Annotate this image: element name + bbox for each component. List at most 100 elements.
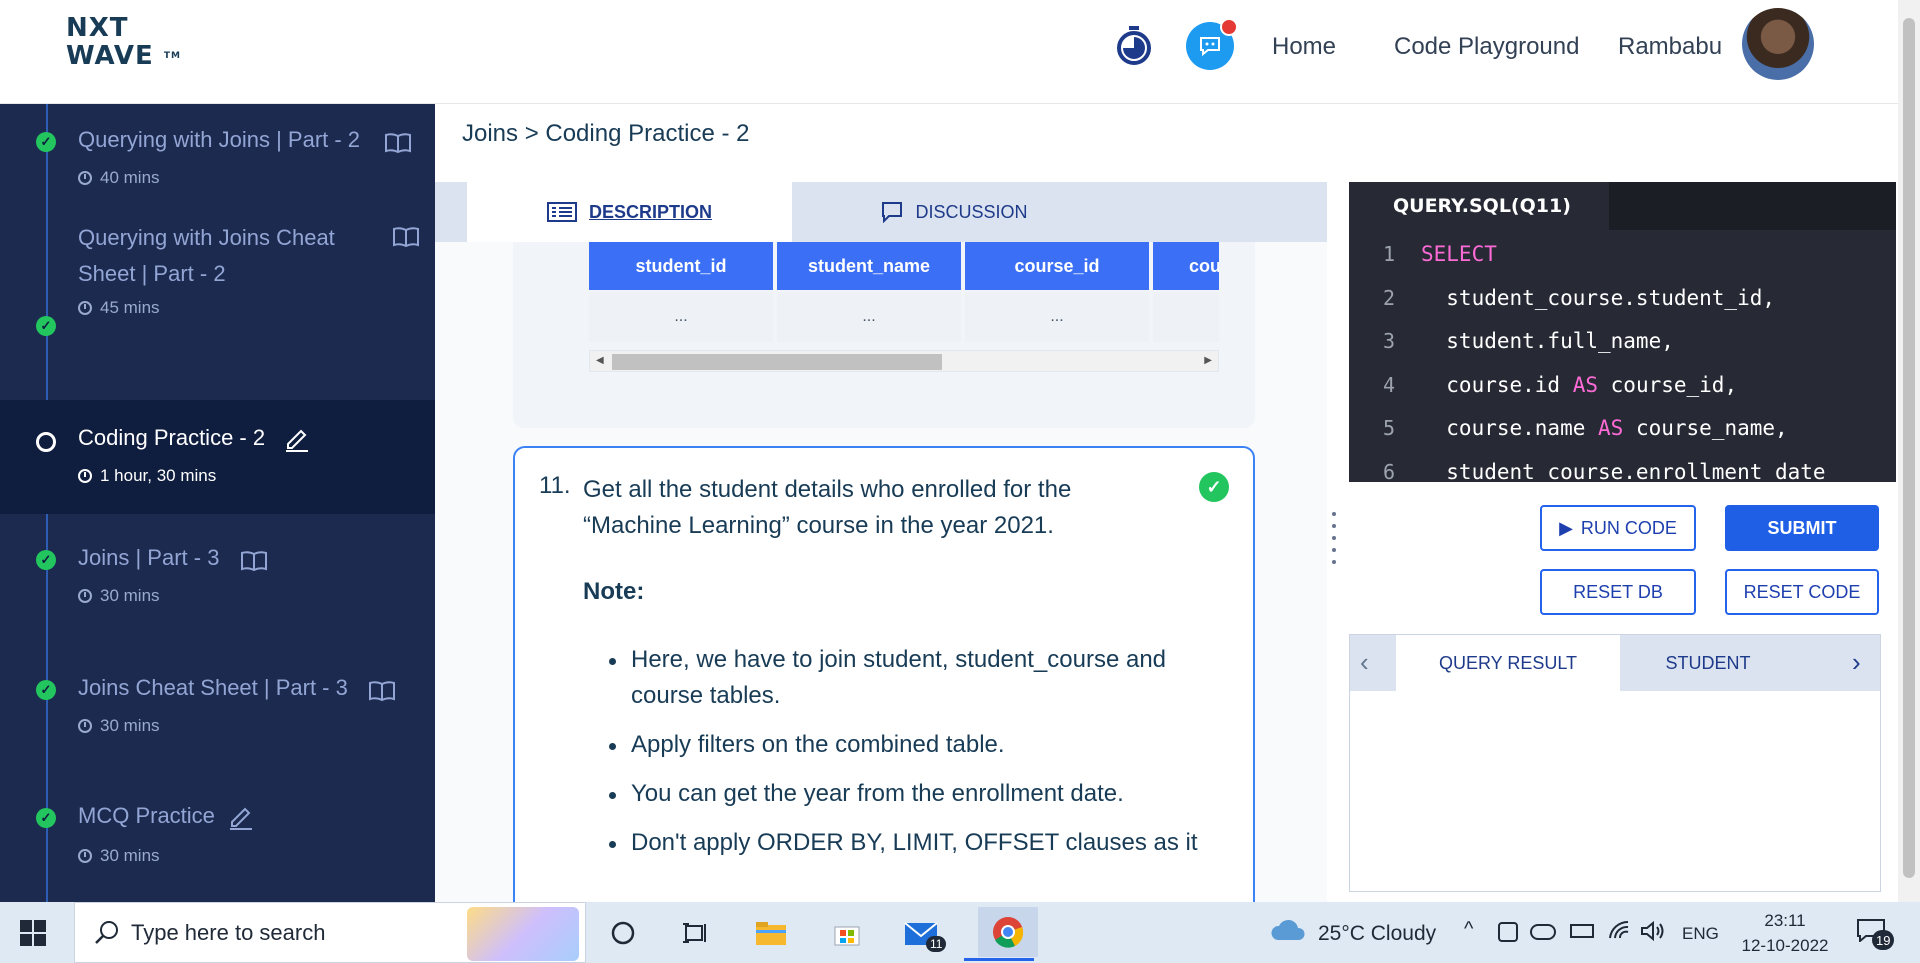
- chrome-icon[interactable]: [978, 907, 1038, 957]
- taskbar-search-input[interactable]: Type here to search: [74, 902, 586, 963]
- notifications-icon[interactable]: 19: [1856, 918, 1895, 950]
- sidebar-item-joins-cheat-sheet-part-3[interactable]: ✓ Joins Cheat Sheet | Part - 3 30 mins: [0, 654, 435, 774]
- run-code-button[interactable]: ▶ RUN CODE: [1540, 505, 1696, 551]
- taskbar-clock[interactable]: 23:11 12-10-2022: [1730, 908, 1840, 958]
- scroll-left-arrow-icon: ◀: [596, 355, 604, 366]
- description-scroll-area[interactable]: student_id student_name course_id cour .…: [435, 242, 1327, 902]
- code-editor[interactable]: QUERY.SQL(Q11) 1 SELECT 2 student_course.…: [1349, 182, 1896, 482]
- search-icon: [95, 921, 118, 944]
- reset-code-button[interactable]: RESET CODE: [1725, 569, 1879, 615]
- chevron-up-icon[interactable]: ^: [1464, 918, 1473, 941]
- windows-taskbar: Type here to search 11 25°C Cloudy ^ ENG…: [0, 902, 1920, 963]
- sidebar-item-coding-practice-2[interactable]: Coding Practice - 2 1 hour, 30 mins: [0, 400, 435, 514]
- sidebar-item-querying-joins-part-2[interactable]: ✓ Querying with Joins | Part - 2 40 mins: [0, 104, 435, 220]
- list-item: Apply filters on the combined table.: [583, 727, 1203, 763]
- scrollbar-thumb[interactable]: [1903, 18, 1915, 878]
- code-line[interactable]: 5 course.name AS course_name,: [1349, 406, 1896, 450]
- sidebar-item-joins-cheat-sheet-part-2[interactable]: ✓ Querying with Joins Cheat Sheet | Part…: [0, 220, 435, 390]
- chevron-right-icon[interactable]: ›: [1852, 647, 1861, 678]
- note-label: Note:: [583, 578, 645, 605]
- list-icon: [546, 202, 577, 222]
- nav-code-playground-link[interactable]: Code Playground: [1394, 33, 1579, 61]
- clock-icon: [78, 589, 92, 603]
- chat-icon[interactable]: [1184, 18, 1238, 70]
- scrollbar-thumb[interactable]: [612, 354, 942, 370]
- clock-icon: [78, 469, 92, 483]
- book-icon: [240, 550, 268, 572]
- breadcrumb: Joins > Coding Practice - 2: [462, 120, 750, 147]
- example-table-card: student_id student_name course_id cour .…: [513, 242, 1255, 428]
- avatar[interactable]: [1742, 8, 1814, 80]
- chevron-left-icon[interactable]: ‹: [1360, 647, 1369, 678]
- pencil-icon: [284, 426, 310, 452]
- task-view-icon[interactable]: [674, 912, 716, 954]
- nxtwave-logo[interactable]: NXT WAVE TM: [66, 14, 181, 70]
- sidebar-item-duration: 30 mins: [78, 716, 160, 736]
- sidebar-item-joins-part-3[interactable]: ✓ Joins | Part - 3 30 mins: [0, 524, 435, 644]
- editor-file-tab[interactable]: QUERY.SQL(Q11): [1349, 182, 1609, 230]
- description-tabs: DESCRIPTION DISCUSSION: [435, 182, 1327, 242]
- tab-discussion[interactable]: DISCUSSION: [792, 182, 1117, 242]
- table-cell: [1153, 292, 1219, 342]
- tab-description[interactable]: DESCRIPTION: [467, 182, 792, 242]
- submit-button[interactable]: SUBMIT: [1725, 505, 1879, 551]
- reset-db-button[interactable]: RESET DB: [1540, 569, 1696, 615]
- solved-check-icon: ✓: [1199, 472, 1229, 502]
- scroll-right-arrow-icon: ▶: [1204, 355, 1212, 366]
- code-line[interactable]: 2 student_course.student_id,: [1349, 276, 1896, 320]
- sidebar-item-label: MCQ Practice: [78, 803, 215, 828]
- completed-check-icon: ✓: [36, 316, 56, 336]
- description-panel: DESCRIPTION DISCUSSION student_id studen…: [435, 182, 1327, 902]
- results-panel: ‹ QUERY RESULT STUDENT ›: [1349, 634, 1881, 892]
- code-line[interactable]: 3 student.full_name,: [1349, 319, 1896, 363]
- microsoft-store-icon[interactable]: [826, 912, 868, 954]
- logo-line2: WAVE TM: [66, 41, 181, 71]
- language-indicator[interactable]: ENG: [1682, 924, 1719, 944]
- notification-count-badge: 19: [1872, 930, 1895, 950]
- clock-date: 12-10-2022: [1741, 936, 1829, 955]
- clock-icon: [78, 719, 92, 733]
- tab-query-result[interactable]: QUERY RESULT: [1396, 635, 1620, 691]
- code-line[interactable]: 6 student_course.enrollment_date: [1349, 450, 1896, 482]
- file-explorer-icon[interactable]: [750, 912, 792, 954]
- sidebar-item-duration: 45 mins: [78, 298, 160, 318]
- mail-badge: 11: [926, 936, 947, 952]
- active-app-indicator: [964, 958, 1034, 961]
- book-icon: [392, 226, 420, 248]
- mail-icon[interactable]: 11: [900, 912, 947, 954]
- meet-now-icon[interactable]: [1498, 922, 1518, 942]
- logo-line1: NXT: [66, 13, 129, 43]
- tab-student[interactable]: STUDENT: [1620, 635, 1796, 691]
- editor-tabbar: QUERY.SQL(Q11): [1349, 182, 1896, 230]
- code-line[interactable]: 1 SELECT: [1349, 232, 1896, 276]
- user-name[interactable]: Rambabu: [1618, 33, 1722, 61]
- panel-resize-handle[interactable]: [1332, 512, 1338, 570]
- code-line[interactable]: 4 course.id AS course_id,: [1349, 363, 1896, 407]
- list-item: Here, we have to join student, student_c…: [583, 642, 1203, 714]
- sidebar-item-label: Joins Cheat Sheet | Part - 3: [78, 675, 348, 700]
- wifi-icon[interactable]: [1608, 920, 1630, 940]
- volume-icon[interactable]: [1640, 920, 1664, 942]
- page-scrollbar[interactable]: [1898, 0, 1920, 902]
- book-icon: [384, 132, 412, 154]
- weather-text[interactable]: 25°C Cloudy: [1318, 922, 1436, 946]
- table-cell: ...: [965, 292, 1149, 342]
- nav-home-link[interactable]: Home: [1272, 33, 1336, 61]
- search-highlight-illustration: [467, 907, 579, 961]
- cortana-icon[interactable]: [602, 912, 644, 954]
- windows-start-icon[interactable]: [20, 920, 46, 946]
- battery-icon[interactable]: [1570, 924, 1594, 938]
- current-item-marker: [36, 432, 56, 452]
- sidebar-item-mcq-practice[interactable]: ✓ MCQ Practice 30 mins: [0, 784, 435, 902]
- clock-time: 23:11: [1764, 911, 1806, 930]
- comment-icon: [882, 202, 903, 223]
- cloud-icon: [1270, 918, 1306, 942]
- onedrive-icon[interactable]: [1530, 924, 1556, 940]
- table-horizontal-scrollbar[interactable]: ◀ ▶: [589, 350, 1219, 372]
- stopwatch-icon[interactable]: [1114, 24, 1154, 66]
- completed-check-icon: ✓: [36, 808, 56, 828]
- course-sidebar: ✓ Querying with Joins | Part - 2 40 mins…: [0, 104, 435, 902]
- table-cell: ...: [589, 292, 773, 342]
- results-tabs: ‹ QUERY RESULT STUDENT ›: [1350, 635, 1880, 691]
- sidebar-item-label: Coding Practice - 2: [78, 425, 266, 450]
